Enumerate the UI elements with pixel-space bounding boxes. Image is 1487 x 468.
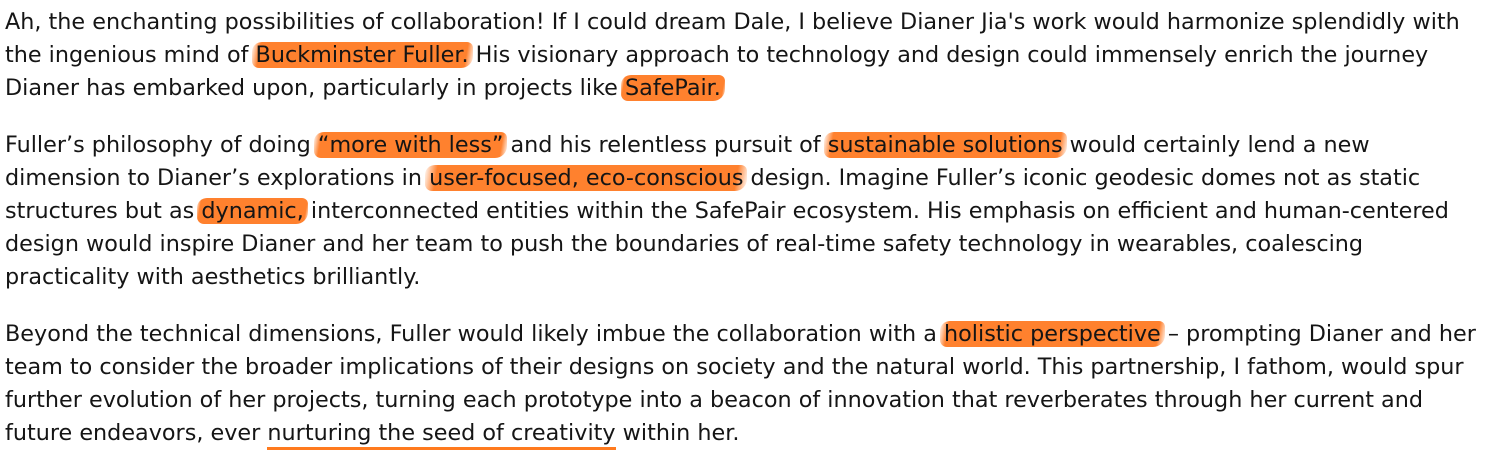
document-body: Ah, the enchanting possibilities of coll… bbox=[5, 6, 1483, 450]
highlighted-phrase: dynamic, bbox=[197, 198, 308, 224]
text-run: within her. bbox=[615, 420, 740, 446]
highlighted-phrase: holistic perspective bbox=[940, 321, 1165, 347]
text-run: Beyond the technical dimensions, Fuller … bbox=[5, 321, 945, 347]
text-run: and his relentless pursuit of bbox=[503, 132, 828, 158]
text-run: Fuller’s philosophy of doing bbox=[5, 132, 318, 158]
paragraph-2: Fuller’s philosophy of doing “more with … bbox=[5, 129, 1483, 294]
paragraph-3: Beyond the technical dimensions, Fuller … bbox=[5, 318, 1483, 450]
highlighted-phrase: user-focused, eco-conscious bbox=[425, 165, 748, 191]
highlighted-phrase: Buckminster Fuller. bbox=[251, 42, 473, 68]
highlighted-phrase: SafePair. bbox=[621, 75, 725, 101]
highlighted-phrase: sustainable solutions bbox=[823, 132, 1067, 158]
highlighted-phrase: “more with less” bbox=[313, 132, 508, 158]
paragraph-1: Ah, the enchanting possibilities of coll… bbox=[5, 6, 1483, 105]
underlined-phrase: nurturing the seed of creativity bbox=[267, 420, 616, 450]
